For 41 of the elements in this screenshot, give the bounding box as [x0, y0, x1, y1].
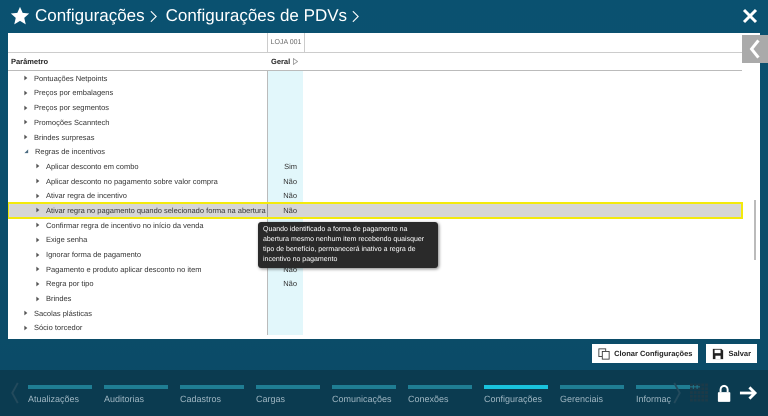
collapsed-arrow-icon[interactable]: [36, 163, 40, 170]
chevron-left-icon: [749, 38, 761, 60]
collapsed-arrow-icon[interactable]: [24, 134, 28, 140]
scrollbar-thumb[interactable]: [754, 200, 756, 260]
chevron-right-icon: [150, 10, 157, 23]
breadcrumb-item[interactable]: Configurações: [35, 6, 145, 26]
nav-tab[interactable]: Cadastros: [180, 384, 244, 404]
nav-tab[interactable]: Conexões: [408, 384, 472, 404]
copy-icon: [598, 348, 610, 360]
close-icon[interactable]: [742, 8, 758, 24]
star-icon: [10, 6, 30, 26]
nav-tab[interactable]: Gerenciais: [560, 384, 624, 404]
collapsed-arrow-icon[interactable]: [36, 207, 40, 214]
collapsed-arrow-icon[interactable]: [24, 324, 28, 331]
collapsed-arrow-icon[interactable]: [36, 236, 40, 243]
collapsed-arrow-icon[interactable]: [36, 296, 40, 302]
collapsed-arrow-icon[interactable]: [36, 178, 40, 184]
collapsed-arrow-icon[interactable]: [24, 310, 28, 316]
collapsed-arrow-icon[interactable]: [36, 280, 40, 287]
nav-tab[interactable]: Configurações: [484, 384, 548, 404]
collapsed-arrow-icon[interactable]: [24, 90, 28, 96]
collapsed-arrow-icon[interactable]: [36, 252, 40, 258]
expanded-arrow-icon[interactable]: [24, 149, 29, 154]
collapsed-arrow-icon[interactable]: [24, 75, 28, 82]
chevron-right-icon[interactable]: [672, 382, 682, 404]
collapsed-arrow-icon[interactable]: [24, 119, 28, 126]
collapsed-arrow-icon[interactable]: [36, 266, 40, 272]
breadcrumb-item[interactable]: Configurações de PDVs: [166, 6, 348, 26]
triangle-right-icon[interactable]: [293, 58, 298, 65]
save-icon: [712, 348, 724, 360]
nav-tab[interactable]: Cargas: [256, 384, 320, 404]
collapsed-arrow-icon[interactable]: [36, 222, 40, 228]
lock-icon[interactable]: [716, 383, 732, 404]
collapsed-arrow-icon[interactable]: [24, 104, 28, 111]
nav-tab[interactable]: Auditorias: [104, 384, 168, 404]
chevron-right-icon: [352, 10, 360, 23]
nav-tab[interactable]: Atualizações: [28, 384, 92, 404]
nav-tab[interactable]: Comunicações: [332, 384, 396, 404]
grid-icon[interactable]: [690, 383, 709, 404]
arrow-right-icon[interactable]: [739, 385, 758, 402]
collapsed-arrow-icon[interactable]: [36, 192, 40, 199]
